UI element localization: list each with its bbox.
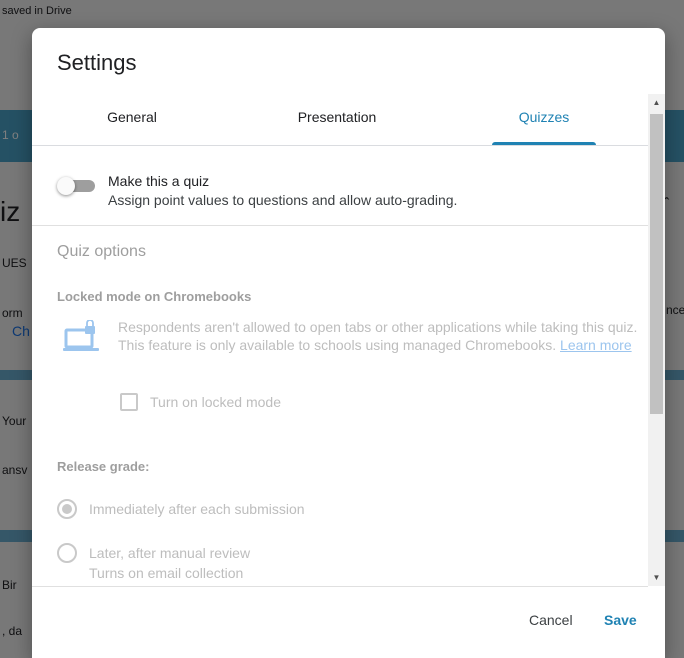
switch-thumb	[57, 177, 75, 195]
tab-presentation[interactable]: Presentation	[272, 106, 402, 146]
save-button[interactable]: Save	[604, 612, 637, 628]
release-immediately-label: Immediately after each submission	[89, 501, 305, 517]
quiz-toggle-switch[interactable]	[57, 177, 97, 195]
release-later-label: Later, after manual review	[89, 545, 251, 561]
locked-mode-description: Respondents aren't allowed to open tabs …	[118, 318, 638, 354]
release-immediately-radio[interactable]	[57, 499, 77, 519]
scroll-up-arrow-icon[interactable]: ▲	[648, 94, 665, 111]
tab-general[interactable]: General	[67, 106, 197, 146]
dialog-title: Settings	[57, 50, 137, 75]
radio-selected-dot	[62, 504, 72, 514]
chromebook-lock-icon	[63, 320, 99, 351]
tab-bar: General Presentation Quizzes	[32, 106, 648, 146]
settings-dialog: Settings General Presentation Quizzes Ma…	[32, 28, 665, 658]
scrollbar-thumb[interactable]	[650, 114, 663, 414]
release-grade-label: Release grade:	[57, 459, 150, 474]
quiz-toggle-label: Make this a quiz	[108, 173, 210, 189]
active-tab-indicator	[492, 142, 596, 145]
locked-mode-checkbox[interactable]	[120, 393, 138, 411]
scroll-down-arrow-icon[interactable]: ▼	[648, 569, 665, 586]
tab-quizzes[interactable]: Quizzes	[492, 106, 596, 146]
locked-mode-checkbox-label: Turn on locked mode	[150, 394, 281, 410]
release-later-radio[interactable]	[57, 543, 77, 563]
quiz-toggle-description: Assign point values to questions and all…	[108, 192, 458, 208]
dialog-content: Make this a quiz Assign point values to …	[32, 146, 648, 586]
content-scrollbar[interactable]: ▲ ▼	[648, 94, 665, 586]
quiz-options-title: Quiz options	[57, 243, 146, 260]
release-later-sublabel: Turns on email collection	[89, 565, 244, 581]
cancel-button[interactable]: Cancel	[529, 612, 573, 628]
quiz-toggle-row: Make this a quiz Assign point values to …	[32, 146, 648, 226]
learn-more-link[interactable]: Learn more	[560, 337, 632, 353]
locked-mode-label: Locked mode on Chromebooks	[57, 289, 252, 304]
footer-divider	[32, 586, 648, 587]
